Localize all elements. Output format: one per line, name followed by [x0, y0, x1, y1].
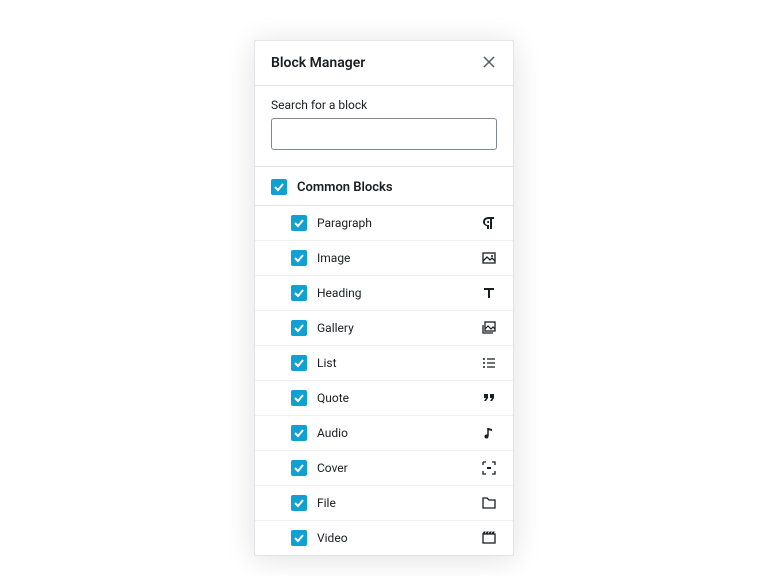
block-item-heading: Heading [255, 276, 513, 311]
quote-icon [481, 390, 497, 406]
block-checkbox[interactable] [291, 530, 307, 546]
block-item-cover: Cover [255, 451, 513, 486]
audio-icon [481, 425, 497, 441]
search-section: Search for a block [255, 86, 513, 167]
category-title: Common Blocks [297, 180, 393, 195]
block-manager-modal: Block Manager Search for a block Common … [254, 40, 514, 556]
category-checkbox[interactable] [271, 179, 287, 195]
block-label: Quote [317, 391, 471, 405]
image-icon [481, 250, 497, 266]
paragraph-icon [481, 215, 497, 231]
block-label: Video [317, 531, 471, 545]
block-item-quote: Quote [255, 381, 513, 416]
list-icon [481, 355, 497, 371]
block-label: File [317, 496, 471, 510]
block-checkbox[interactable] [291, 355, 307, 371]
modal-title: Block Manager [271, 55, 365, 71]
file-icon [481, 495, 497, 511]
video-icon [481, 530, 497, 546]
block-label: List [317, 356, 471, 370]
block-checkbox[interactable] [291, 495, 307, 511]
block-checkbox[interactable] [291, 460, 307, 476]
block-item-gallery: Gallery [255, 311, 513, 346]
block-checkbox[interactable] [291, 285, 307, 301]
block-checkbox[interactable] [291, 215, 307, 231]
block-item-video: Video [255, 521, 513, 555]
modal-header: Block Manager [255, 41, 513, 86]
block-label: Audio [317, 426, 471, 440]
block-label: Image [317, 251, 471, 265]
search-label: Search for a block [271, 98, 497, 112]
block-item-audio: Audio [255, 416, 513, 451]
gallery-icon [481, 320, 497, 336]
block-label: Heading [317, 286, 471, 300]
close-button[interactable] [481, 55, 497, 71]
block-label: Cover [317, 461, 471, 475]
block-item-list: List [255, 346, 513, 381]
close-icon [483, 56, 495, 71]
block-checkbox[interactable] [291, 390, 307, 406]
block-list: Paragraph Image Heading Gallery List Quo… [255, 205, 513, 555]
block-label: Gallery [317, 321, 471, 335]
cover-icon [481, 460, 497, 476]
heading-icon [481, 285, 497, 301]
block-checkbox[interactable] [291, 320, 307, 336]
block-item-file: File [255, 486, 513, 521]
block-label: Paragraph [317, 216, 471, 230]
category-header: Common Blocks [255, 167, 513, 205]
block-checkbox[interactable] [291, 250, 307, 266]
block-item-paragraph: Paragraph [255, 206, 513, 241]
block-item-image: Image [255, 241, 513, 276]
block-checkbox[interactable] [291, 425, 307, 441]
search-input[interactable] [271, 118, 497, 150]
